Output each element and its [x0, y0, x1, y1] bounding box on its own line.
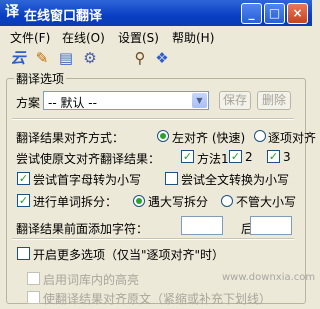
- toolbar: 云 ✎ ▤ ⚙ ⚲ ❖: [0, 46, 312, 70]
- first-lower-checkbox[interactable]: ✓: [17, 172, 30, 185]
- search-icon[interactable]: ⚲: [130, 48, 150, 68]
- prefix-label: 翻译结果前面添加字符：: [16, 222, 149, 236]
- prefix-input[interactable]: [181, 216, 223, 235]
- align-item-radio[interactable]: [254, 130, 266, 142]
- split-upper-radio[interactable]: [133, 195, 145, 207]
- method1-checkbox[interactable]: ✓: [181, 150, 194, 163]
- menu-bar: 文件(F) 在线(O) 设置(S) 帮助(H): [0, 26, 312, 46]
- translate-icon[interactable]: 云: [8, 48, 28, 68]
- chevron-down-icon[interactable]: ▼: [192, 93, 207, 108]
- help-icon[interactable]: ❖: [152, 48, 172, 68]
- menu-file[interactable]: 文件(F): [10, 29, 50, 46]
- translate-app-icon: 译: [5, 4, 19, 20]
- split-checkbox[interactable]: ✓: [17, 194, 30, 207]
- divider: [12, 238, 294, 240]
- close-button[interactable]: ×: [287, 3, 308, 24]
- menu-help[interactable]: 帮助(H): [172, 29, 214, 46]
- methods-label: 尝试使原文对齐翻译结果：: [16, 152, 161, 166]
- align-left-label: 左对齐 (快速): [172, 131, 246, 145]
- method1-label: 方法1: [197, 152, 229, 166]
- maximize-button[interactable]: □: [264, 3, 285, 24]
- menu-settings[interactable]: 设置(S): [118, 29, 159, 46]
- all-lower-checkbox[interactable]: [165, 172, 178, 185]
- method3-checkbox[interactable]: ✓: [267, 150, 280, 163]
- divider: [12, 118, 294, 120]
- align-left-radio[interactable]: [157, 130, 169, 142]
- first-lower-label: 尝试首字母转为小写: [33, 173, 142, 187]
- minimize-button[interactable]: _: [241, 3, 262, 24]
- underline-align-label: 使翻译结果对齐原文（紧缩或补充下划线）: [43, 292, 272, 306]
- align-label: 翻译结果对齐方式：: [16, 131, 125, 145]
- title-bar: 译 在线窗口翻译 _ □ ×: [0, 0, 312, 26]
- scheme-select[interactable]: -- 默认 -- ▼: [43, 91, 209, 110]
- scheme-value: -- 默认 --: [48, 96, 97, 110]
- method3-label: 3: [283, 150, 291, 164]
- save-button[interactable]: 保存: [219, 91, 251, 110]
- edit-icon[interactable]: ✎: [32, 48, 52, 68]
- gear-icon[interactable]: ⚙: [80, 48, 100, 68]
- method2-label: 2: [245, 150, 253, 164]
- align-item-label: 逐项对齐: [268, 131, 317, 145]
- split-ignore-label: 不管大小写: [236, 195, 297, 209]
- document-icon[interactable]: ▤: [56, 48, 76, 68]
- delete-button[interactable]: 删除: [257, 91, 291, 110]
- method2-checkbox[interactable]: ✓: [229, 150, 242, 163]
- options-group-title: 翻译选项: [14, 70, 67, 87]
- dict-highlight-label: 启用词库内的高亮: [43, 273, 140, 287]
- split-label: 进行单词拆分：: [33, 195, 118, 209]
- split-upper-label: 遇大写拆分: [148, 195, 209, 209]
- more-options-label: 开启更多选项（仅当"逐项对齐"时）: [33, 248, 225, 262]
- watermark: www.downxia.com: [222, 272, 316, 283]
- scheme-label: 方案: [16, 96, 41, 110]
- all-lower-label: 尝试全文转换为小写: [181, 173, 290, 187]
- dict-highlight-checkbox[interactable]: [27, 272, 40, 285]
- menu-online[interactable]: 在线(O): [62, 29, 105, 46]
- more-options-checkbox[interactable]: [17, 247, 30, 260]
- window-title: 在线窗口翻译: [24, 9, 103, 24]
- split-ignore-radio[interactable]: [221, 195, 233, 207]
- suffix-input[interactable]: [250, 216, 292, 235]
- underline-align-checkbox[interactable]: [27, 291, 40, 304]
